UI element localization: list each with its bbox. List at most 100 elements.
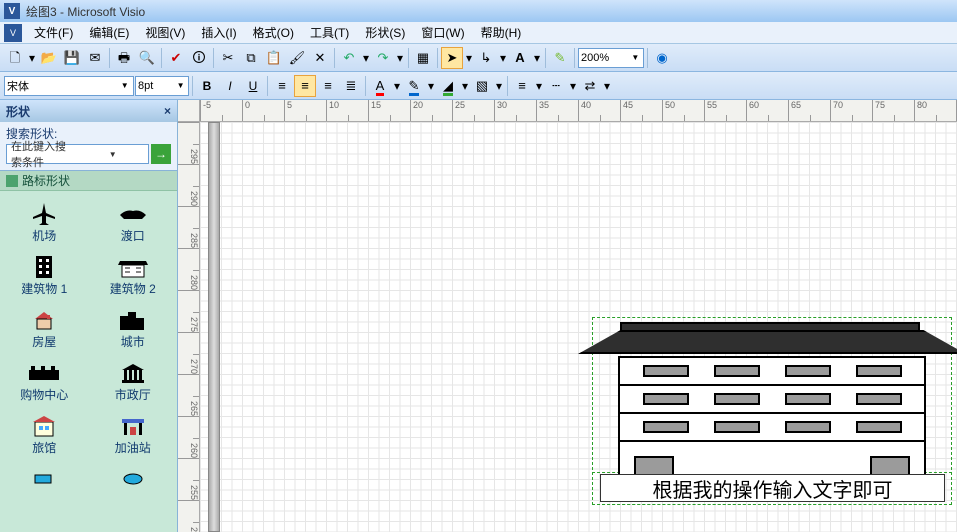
- print-button[interactable]: 🖶: [113, 47, 135, 69]
- text-tool-button[interactable]: A: [509, 47, 531, 69]
- shape-cityhall[interactable]: 市政厅: [89, 356, 178, 407]
- align-left-button[interactable]: ≡: [271, 75, 293, 97]
- ruler-horizontal[interactable]: -5 0 5 10 15 20 25 30 35 40 45 50 55 60 …: [200, 100, 957, 122]
- format-painter-button[interactable]: 🖌: [286, 47, 308, 69]
- font-color-dropdown[interactable]: ▾: [392, 79, 402, 93]
- search-combo[interactable]: 在此键入搜索条件 ▼: [6, 144, 149, 164]
- shape-label: 机场: [32, 227, 56, 244]
- shadow-color-button[interactable]: ▧: [471, 75, 493, 97]
- shape-mall[interactable]: 购物中心: [0, 356, 89, 407]
- menu-help[interactable]: 帮助(H): [473, 22, 530, 43]
- shape-label: 渡口: [121, 227, 145, 244]
- ruler-tick: 80: [914, 100, 956, 121]
- menu-tools[interactable]: 工具(T): [302, 22, 357, 43]
- align-justify-button[interactable]: ≣: [340, 75, 362, 97]
- spelling-button[interactable]: ✔: [165, 47, 187, 69]
- shadow-dropdown[interactable]: ▾: [494, 79, 504, 93]
- menu-file[interactable]: 文件(F): [26, 22, 81, 43]
- ruler-tick: 35: [536, 100, 578, 121]
- line-color-button[interactable]: ✎: [403, 75, 425, 97]
- ruler-tick: -5: [200, 100, 242, 121]
- ink-button[interactable]: ✎: [549, 47, 571, 69]
- print-preview-button[interactable]: 🔍: [136, 47, 158, 69]
- line-ends-dropdown[interactable]: ▾: [602, 79, 612, 93]
- shape-airport[interactable]: 机场: [0, 197, 89, 248]
- line-pattern-button[interactable]: ┄: [545, 75, 567, 97]
- shape-gas[interactable]: 加油站: [89, 409, 178, 460]
- underline-button[interactable]: U: [242, 75, 264, 97]
- align-right-button[interactable]: ≡: [317, 75, 339, 97]
- zoom-combo[interactable]: ▼: [578, 48, 644, 68]
- close-panel-button[interactable]: ×: [164, 104, 171, 118]
- font-face-combo[interactable]: ▼: [4, 76, 134, 96]
- undo-button[interactable]: ↶: [338, 47, 360, 69]
- font-face-input[interactable]: [7, 80, 118, 92]
- shapes-window-button[interactable]: ▦: [412, 47, 434, 69]
- new-button[interactable]: 🗋: [4, 47, 26, 69]
- connector-dropdown[interactable]: ▾: [498, 51, 508, 65]
- font-color-button[interactable]: A: [369, 75, 391, 97]
- drawing-canvas[interactable]: 根据我的操作输入文字即可: [200, 122, 957, 532]
- fill-color-button[interactable]: ◢: [437, 75, 459, 97]
- shape-hotel[interactable]: 旅馆: [0, 409, 89, 460]
- shape-ferry[interactable]: 渡口: [89, 197, 178, 248]
- menu-shapes[interactable]: 形状(S): [357, 22, 413, 43]
- menu-format[interactable]: 格式(O): [245, 22, 302, 43]
- ruler-vertical[interactable]: 295 290 285 280 275 270 265 260 255 250: [178, 122, 200, 532]
- copy-button[interactable]: ⧉: [240, 47, 262, 69]
- align-center-button[interactable]: ≡: [294, 75, 316, 97]
- ferry-icon: [115, 201, 151, 227]
- shape-house[interactable]: 房屋: [0, 303, 89, 354]
- canvas-area: -5 0 5 10 15 20 25 30 35 40 45 50 55 60 …: [178, 100, 957, 532]
- delete-button[interactable]: ✕: [309, 47, 331, 69]
- airport-icon: [26, 201, 62, 227]
- menu-view[interactable]: 视图(V): [137, 22, 193, 43]
- fill-color-dropdown[interactable]: ▾: [460, 79, 470, 93]
- mall-icon: [26, 360, 62, 386]
- new-dropdown[interactable]: ▾: [27, 51, 37, 65]
- save-button[interactable]: 💾: [61, 47, 83, 69]
- shape-partial-1[interactable]: [0, 462, 89, 496]
- menu-window[interactable]: 窗口(W): [413, 22, 472, 43]
- font-size-combo[interactable]: ▼: [135, 76, 189, 96]
- zoom-input[interactable]: [581, 52, 630, 64]
- open-button[interactable]: 📂: [38, 47, 60, 69]
- cut-button[interactable]: ✂: [217, 47, 239, 69]
- italic-button[interactable]: I: [219, 75, 241, 97]
- paste-button[interactable]: 📋: [263, 47, 285, 69]
- font-size-input[interactable]: [138, 80, 175, 92]
- shape-city[interactable]: 城市: [89, 303, 178, 354]
- window-title: 绘图3 - Microsoft Visio: [26, 3, 145, 20]
- text-dropdown[interactable]: ▾: [532, 51, 542, 65]
- redo-dropdown[interactable]: ▾: [395, 51, 405, 65]
- undo-dropdown[interactable]: ▾: [361, 51, 371, 65]
- font-size-dropdown-icon[interactable]: ▼: [175, 81, 186, 90]
- building-shape[interactable]: [608, 322, 936, 497]
- search-dropdown-icon[interactable]: ▼: [78, 150, 149, 159]
- category-icon: [6, 175, 18, 187]
- line-pattern-dropdown[interactable]: ▾: [568, 79, 578, 93]
- mail-button[interactable]: ✉: [84, 47, 106, 69]
- pointer-dropdown[interactable]: ▾: [464, 51, 474, 65]
- redo-button[interactable]: ↷: [372, 47, 394, 69]
- line-ends-button[interactable]: ⇄: [579, 75, 601, 97]
- shape-building1[interactable]: 建筑物 1: [0, 250, 89, 301]
- bold-button[interactable]: B: [196, 75, 218, 97]
- help-button[interactable]: ◉: [651, 47, 673, 69]
- menu-edit[interactable]: 编辑(E): [81, 22, 137, 43]
- font-face-dropdown-icon[interactable]: ▼: [118, 81, 131, 90]
- research-button[interactable]: 🛈: [188, 47, 210, 69]
- connector-tool-button[interactable]: ↳: [475, 47, 497, 69]
- shape-category-header[interactable]: 路标形状: [0, 171, 177, 191]
- line-weight-dropdown[interactable]: ▾: [534, 79, 544, 93]
- zoom-dropdown-icon[interactable]: ▼: [630, 53, 641, 62]
- shape-partial-2[interactable]: [89, 462, 178, 496]
- shape-building2[interactable]: 建筑物 2: [89, 250, 178, 301]
- line-weight-button[interactable]: ≡: [511, 75, 533, 97]
- menu-insert[interactable]: 插入(I): [193, 22, 244, 43]
- shape-caption-text[interactable]: 根据我的操作输入文字即可: [600, 474, 945, 502]
- pointer-tool-button[interactable]: ➤: [441, 47, 463, 69]
- line-color-dropdown[interactable]: ▾: [426, 79, 436, 93]
- house-icon: [26, 307, 62, 333]
- search-go-button[interactable]: →: [151, 144, 171, 164]
